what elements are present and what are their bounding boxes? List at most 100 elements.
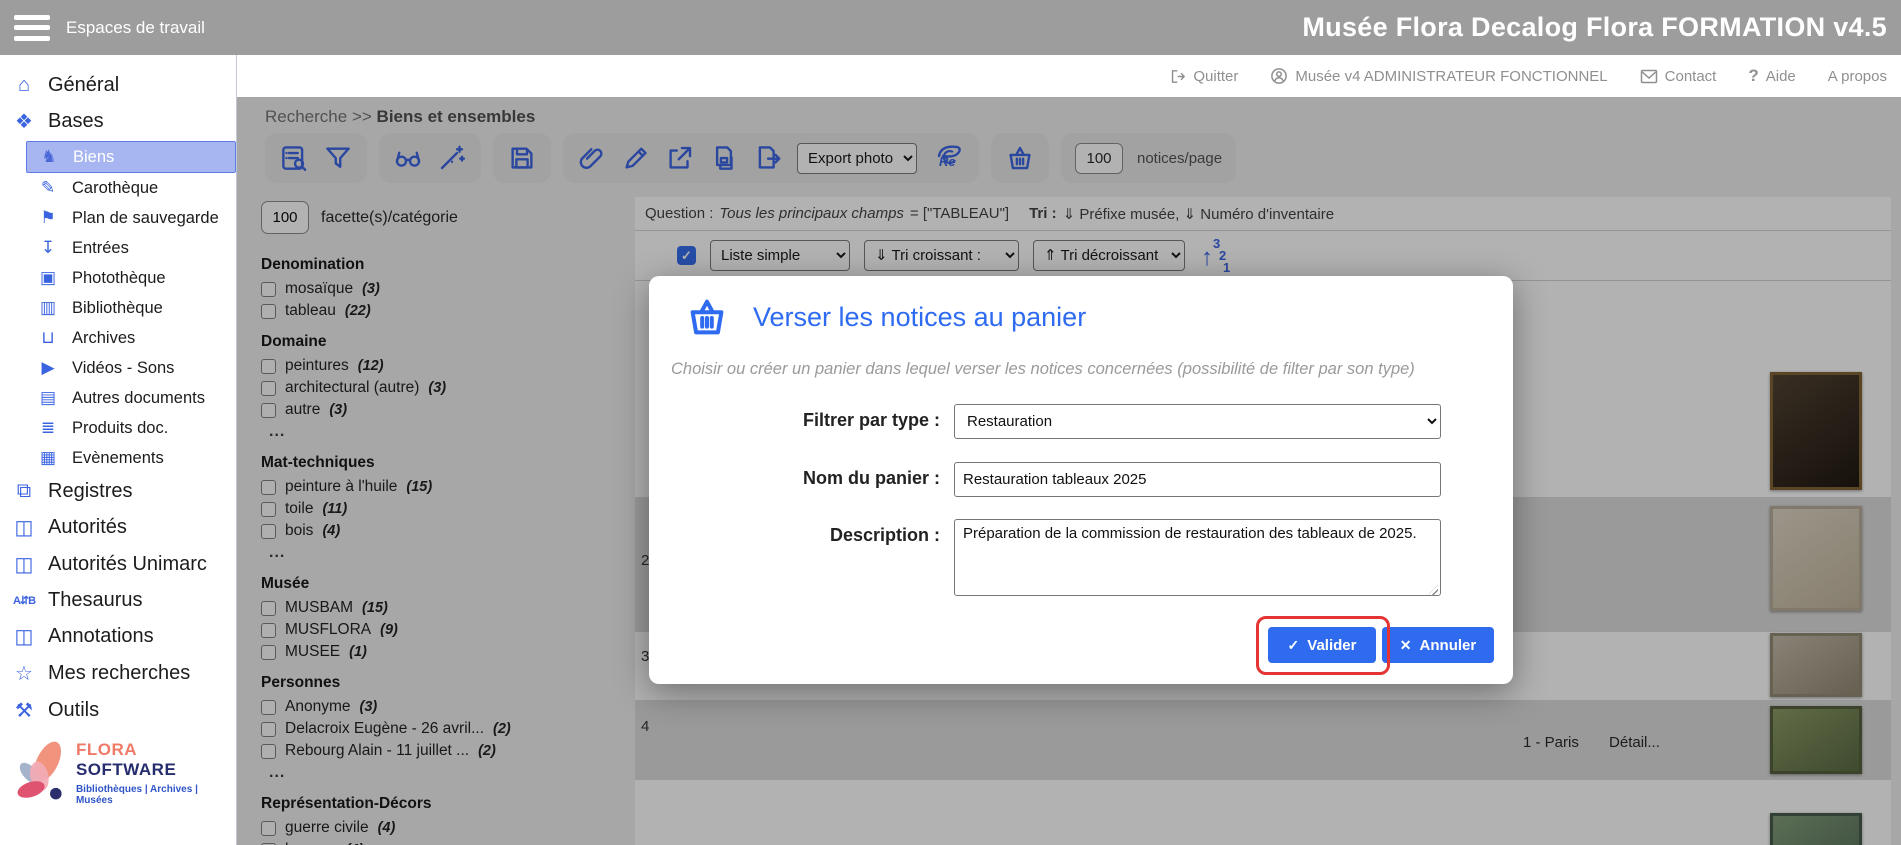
sidebar-item-label: Bibliothèque — [72, 299, 163, 318]
sidebar-item-outils[interactable]: ⚒ Outils — [0, 693, 236, 728]
sidebar-item-label: Autres documents — [72, 389, 205, 408]
tag-icon: ❖ — [10, 109, 38, 134]
sidebar-item-bases[interactable]: ❖ Bases — [0, 104, 236, 139]
core-sample-icon: ✎ — [34, 178, 62, 198]
help-button[interactable]: ? Aide — [1748, 66, 1795, 86]
sidebar-item-autres-documents[interactable]: ▤ Autres documents — [0, 383, 236, 413]
sidebar-item-carotheque[interactable]: ✎ Carothèque — [0, 173, 236, 203]
sidebar-item-autorites[interactable]: ◫ Autorités — [0, 510, 236, 545]
video-icon: ▶ — [34, 358, 62, 378]
sidebar-item-annotations[interactable]: ◫ Annotations — [0, 619, 236, 654]
sidebar-item-thesaurus[interactable]: A⇵B Thesaurus — [0, 584, 236, 617]
sidebar-item-archives[interactable]: ⊔ Archives — [0, 323, 236, 353]
menu-hamburger-icon[interactable] — [14, 15, 50, 41]
contact-button[interactable]: Contact — [1640, 68, 1717, 85]
sidebar-item-label: Archives — [72, 329, 135, 348]
logout-icon — [1169, 68, 1186, 85]
stack-icon: ≣ — [34, 418, 62, 438]
calendar-icon: ▦ — [34, 448, 62, 468]
about-label: A propos — [1828, 68, 1887, 85]
open-book-icon: ◫ — [10, 624, 38, 649]
sidebar-item-label: Entrées — [72, 239, 129, 258]
sidebar-item-videos-sons[interactable]: ▶ Vidéos - Sons — [0, 353, 236, 383]
validate-button[interactable]: ✓ Valider — [1268, 627, 1376, 663]
quit-button[interactable]: Quitter — [1169, 68, 1238, 85]
sidebar-item-evenements[interactable]: ▦ Evènements — [0, 443, 236, 473]
open-book-icon: ◫ — [10, 552, 38, 577]
user-menu[interactable]: Musée v4 ADMINISTRATEUR FONCTIONNEL — [1270, 67, 1607, 85]
about-button[interactable]: A propos — [1828, 68, 1887, 85]
home-icon: ⌂ — [10, 74, 38, 97]
sidebar-item-plan-de-sauvegarde[interactable]: ⚑ Plan de sauvegarde — [0, 203, 236, 233]
description-textarea[interactable]: Préparation de la commission de restaura… — [954, 519, 1441, 596]
sidebar: ⌂ Général ❖ Bases ♞ Biens ✎ Carothèque ⚑ Plan de … — [0, 55, 237, 845]
mail-icon — [1640, 69, 1658, 84]
sidebar-item-registres[interactable]: ⧉ Registres — [0, 475, 236, 508]
wrench-icon: ⚒ — [10, 698, 38, 723]
sidebar-item-mes-recherches[interactable]: ☆ Mes recherches — [0, 656, 236, 691]
check-icon: ✓ — [1288, 637, 1300, 654]
basket-name-label: Nom du panier : — [649, 462, 954, 489]
sidebar-item-label: Mes recherches — [48, 662, 190, 685]
sidebar-item-general[interactable]: ⌂ Général — [0, 69, 236, 102]
user-label: Musée v4 ADMINISTRATEUR FONCTIONNEL — [1295, 68, 1607, 85]
sidebar-item-label: Autorités — [48, 516, 127, 539]
user-icon — [1270, 67, 1288, 85]
star-icon: ☆ — [10, 661, 38, 686]
photo-icon: ▣ — [34, 268, 62, 288]
books-icon: ▥ — [34, 298, 62, 318]
app-header: Espaces de travail Musée Flora Decalog F… — [0, 0, 1901, 55]
bust-icon: ♞ — [35, 147, 63, 167]
basket-name-input[interactable] — [954, 462, 1441, 497]
filter-type-select[interactable]: Restauration — [954, 404, 1441, 439]
app-window: Espaces de travail Musée Flora Decalog F… — [0, 0, 1901, 845]
logo-brand: FLORA SOFTWARE — [76, 740, 228, 780]
inbox-arrow-icon: ↧ — [34, 238, 62, 258]
registers-icon: ⧉ — [10, 480, 38, 503]
workspace-label[interactable]: Espaces de travail — [66, 18, 205, 38]
document-icon: ▤ — [34, 388, 62, 408]
sidebar-item-label: Bases — [48, 110, 104, 133]
help-icon: ? — [1748, 66, 1758, 86]
contact-label: Contact — [1665, 68, 1717, 85]
filter-type-label: Filtrer par type : — [649, 404, 954, 431]
sidebar-item-produits-doc[interactable]: ≣Produits doc. — [0, 413, 236, 443]
thesaurus-ab-icon: A⇵B — [10, 594, 38, 607]
app-title: Musée Flora Decalog Flora FORMATION v4.5 — [1302, 0, 1887, 55]
modal-subtitle: Choisir ou créer un panier dans lequel v… — [671, 360, 1491, 379]
logo-tagline: Bibliothèques | Archives | Musées — [76, 784, 228, 806]
flora-flower-icon — [8, 737, 74, 809]
basket-icon — [683, 294, 731, 340]
sidebar-item-label: Carothèque — [72, 179, 158, 198]
quit-label: Quitter — [1193, 68, 1238, 85]
sidebar-item-label: Thesaurus — [48, 589, 143, 612]
sidebar-item-label: Vidéos - Sons — [72, 359, 174, 378]
sidebar-item-label: Plan de sauvegarde — [72, 209, 219, 228]
cancel-button[interactable]: ✕ Annuler — [1382, 627, 1494, 663]
sidebar-item-label: Biens — [73, 148, 114, 167]
sidebar-item-label: Outils — [48, 699, 99, 722]
sidebar-item-label: Photothèque — [72, 269, 166, 288]
sidebar-item-entrees[interactable]: ↧ Entrées — [0, 233, 236, 263]
sidebar-item-label: Evènements — [72, 449, 164, 468]
cross-icon: ✕ — [1400, 637, 1412, 654]
top-links-bar: Quitter Musée v4 ADMINISTRATEUR FONCTION… — [237, 55, 1901, 97]
modal-title: Verser les notices au panier — [753, 302, 1086, 333]
sidebar-item-label: Annotations — [48, 625, 154, 648]
sidebar-item-autorites-unimarc[interactable]: ◫ Autorités Unimarc — [0, 547, 236, 582]
sidebar-item-biens[interactable]: ♞ Biens — [26, 141, 236, 173]
sidebar-nav: ⌂ Général ❖ Bases ♞ Biens ✎ Carothèque ⚑ Plan de … — [0, 69, 236, 728]
sidebar-item-bibliotheque[interactable]: ▥ Bibliothèque — [0, 293, 236, 323]
archive-box-icon: ⊔ — [34, 328, 62, 348]
fire-extinguisher-icon: ⚑ — [34, 208, 62, 228]
sidebar-item-label: Registres — [48, 480, 132, 503]
sidebar-item-phototheque[interactable]: ▣ Photothèque — [0, 263, 236, 293]
open-book-icon: ◫ — [10, 515, 38, 540]
cancel-label: Annuler — [1420, 637, 1477, 654]
sidebar-item-label: Autorités Unimarc — [48, 553, 207, 576]
flora-software-logo: FLORA SOFTWARE Bibliothèques | Archives … — [8, 737, 228, 809]
pour-to-basket-modal: Verser les notices au panier Choisir ou … — [649, 276, 1513, 684]
sidebar-item-label: Général — [48, 74, 119, 97]
validate-label: Valider — [1307, 637, 1356, 654]
help-label: Aide — [1766, 68, 1796, 85]
